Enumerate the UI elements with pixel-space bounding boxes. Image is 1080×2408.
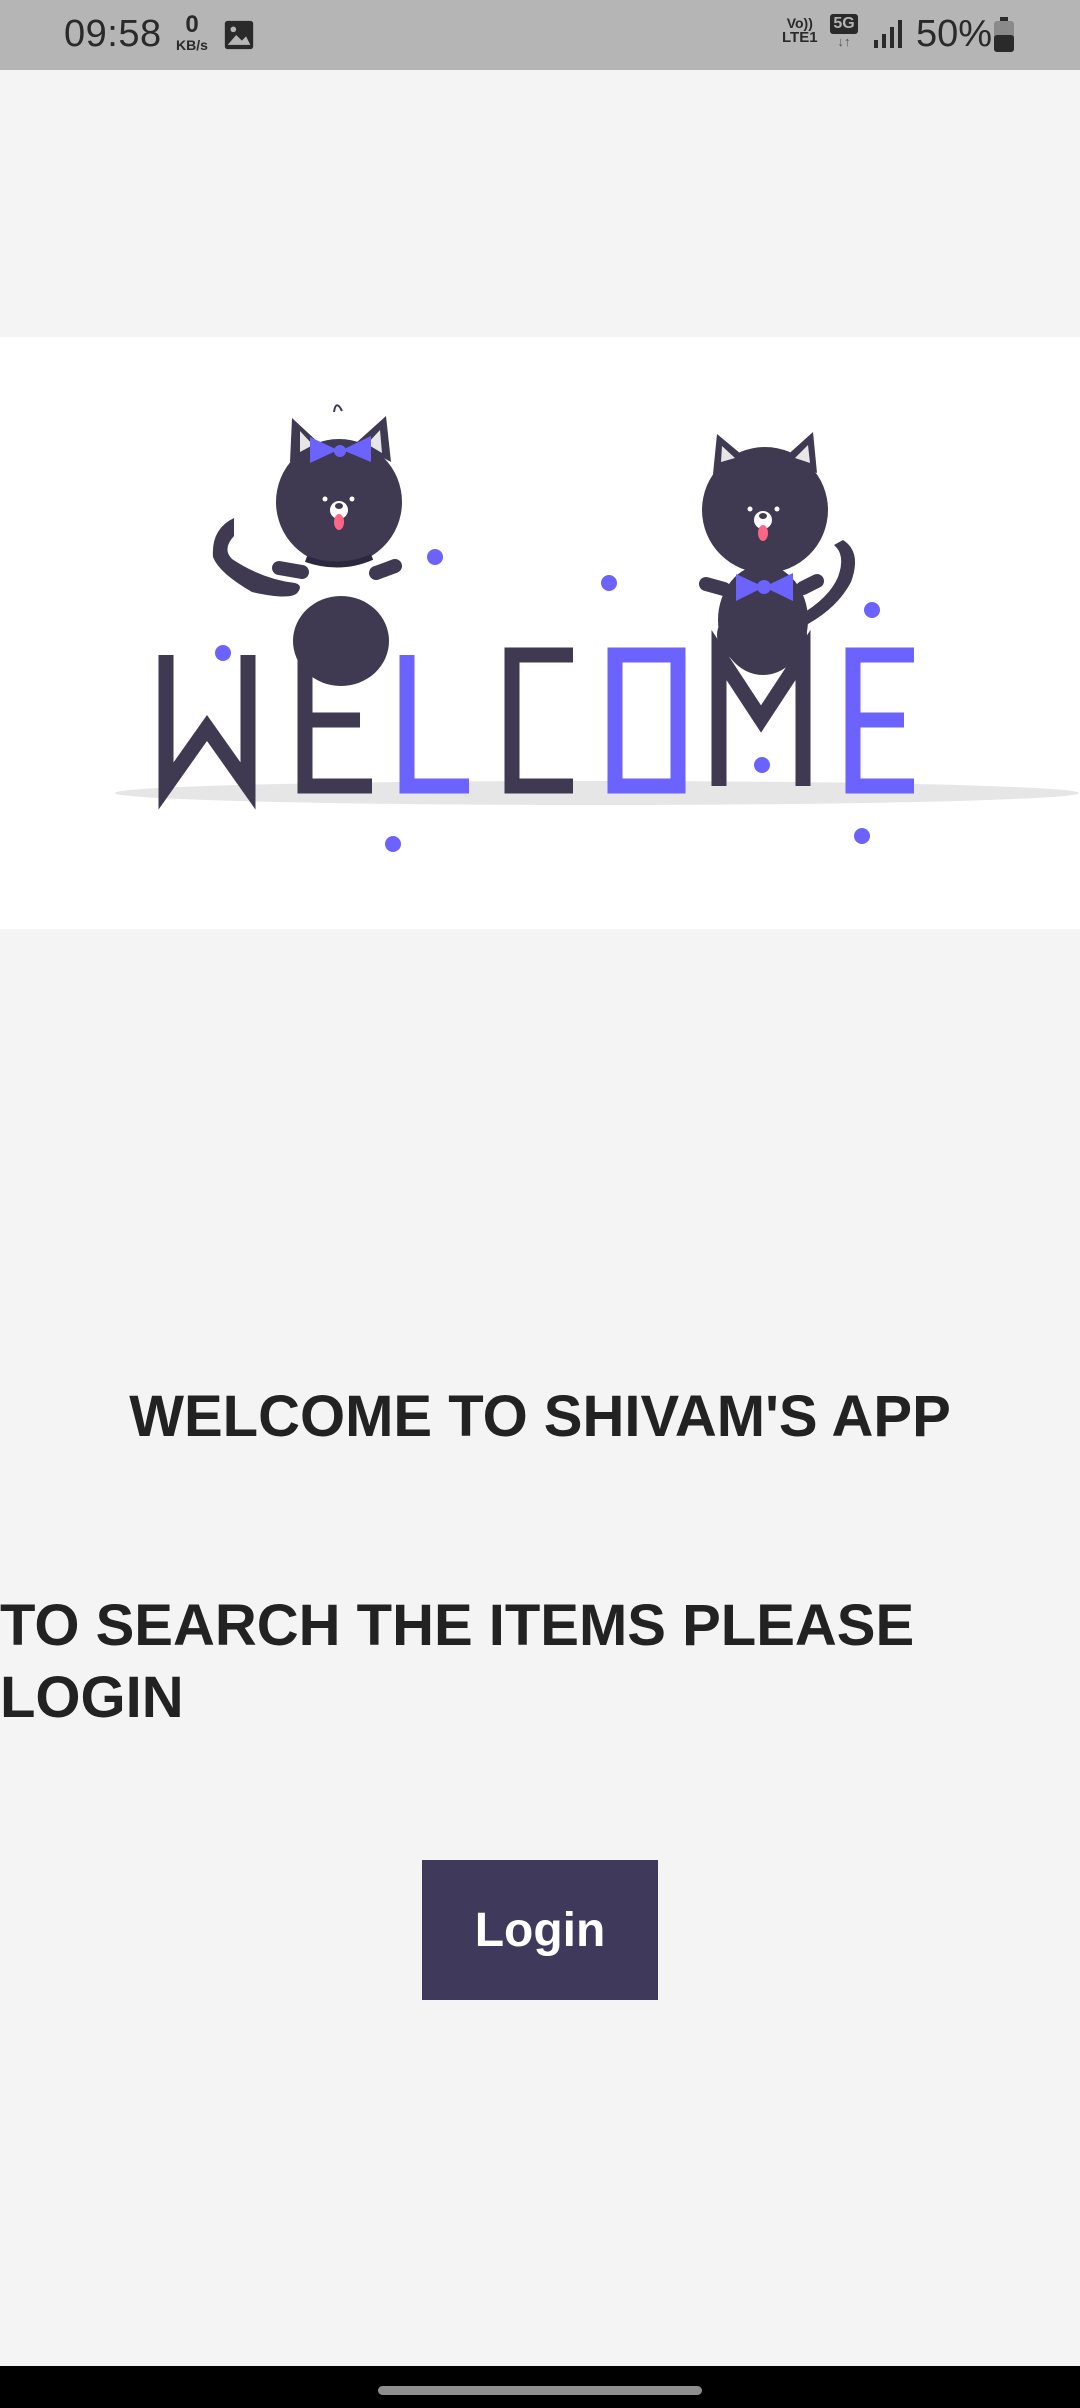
ground-shadow [115, 781, 1079, 805]
welcome-illustration [0, 337, 1080, 929]
letter-e-accent [845, 647, 914, 794]
gallery-icon [224, 20, 254, 50]
network-speed-unit: KB/s [176, 37, 208, 53]
data-activity-arrows: ↓↑ [837, 33, 851, 49]
letter-c [504, 647, 573, 794]
signal-strength-icon [874, 20, 902, 48]
status-bar: 09:58 0 KB/s Vo)) LTE1 5G ↓↑ 50% [0, 0, 1080, 70]
network-type-badge: 5G [830, 14, 858, 34]
welcome-cats-graphic [115, 404, 1079, 852]
volte-indicator: Vo)) LTE1 [782, 16, 818, 45]
letter-l [399, 655, 469, 794]
login-instruction-text: TO SEARCH THE ITEMS PLEASE LOGIN [0, 1593, 915, 1730]
login-button[interactable]: Login [422, 1860, 658, 2000]
welcome-heading: WELCOME TO SHIVAM'S APP [129, 1384, 951, 1449]
left-cat [212, 404, 402, 686]
letter-w [158, 655, 256, 810]
navigation-bar [0, 2366, 1080, 2408]
network-speed-value: 0 [185, 11, 199, 38]
battery-icon [994, 17, 1014, 52]
volte-label: Vo)) [786, 15, 813, 31]
letter-o [607, 647, 686, 794]
network-speed-indicator: 0 KB/s [172, 11, 212, 53]
status-time: 09:58 [64, 13, 162, 55]
lte-label: LTE1 [782, 29, 818, 46]
network-type-indicator: 5G ↓↑ [827, 14, 861, 48]
battery-percentage: 50% [916, 13, 993, 55]
right-cat [699, 432, 856, 675]
home-gesture-handle[interactable] [378, 2386, 702, 2395]
